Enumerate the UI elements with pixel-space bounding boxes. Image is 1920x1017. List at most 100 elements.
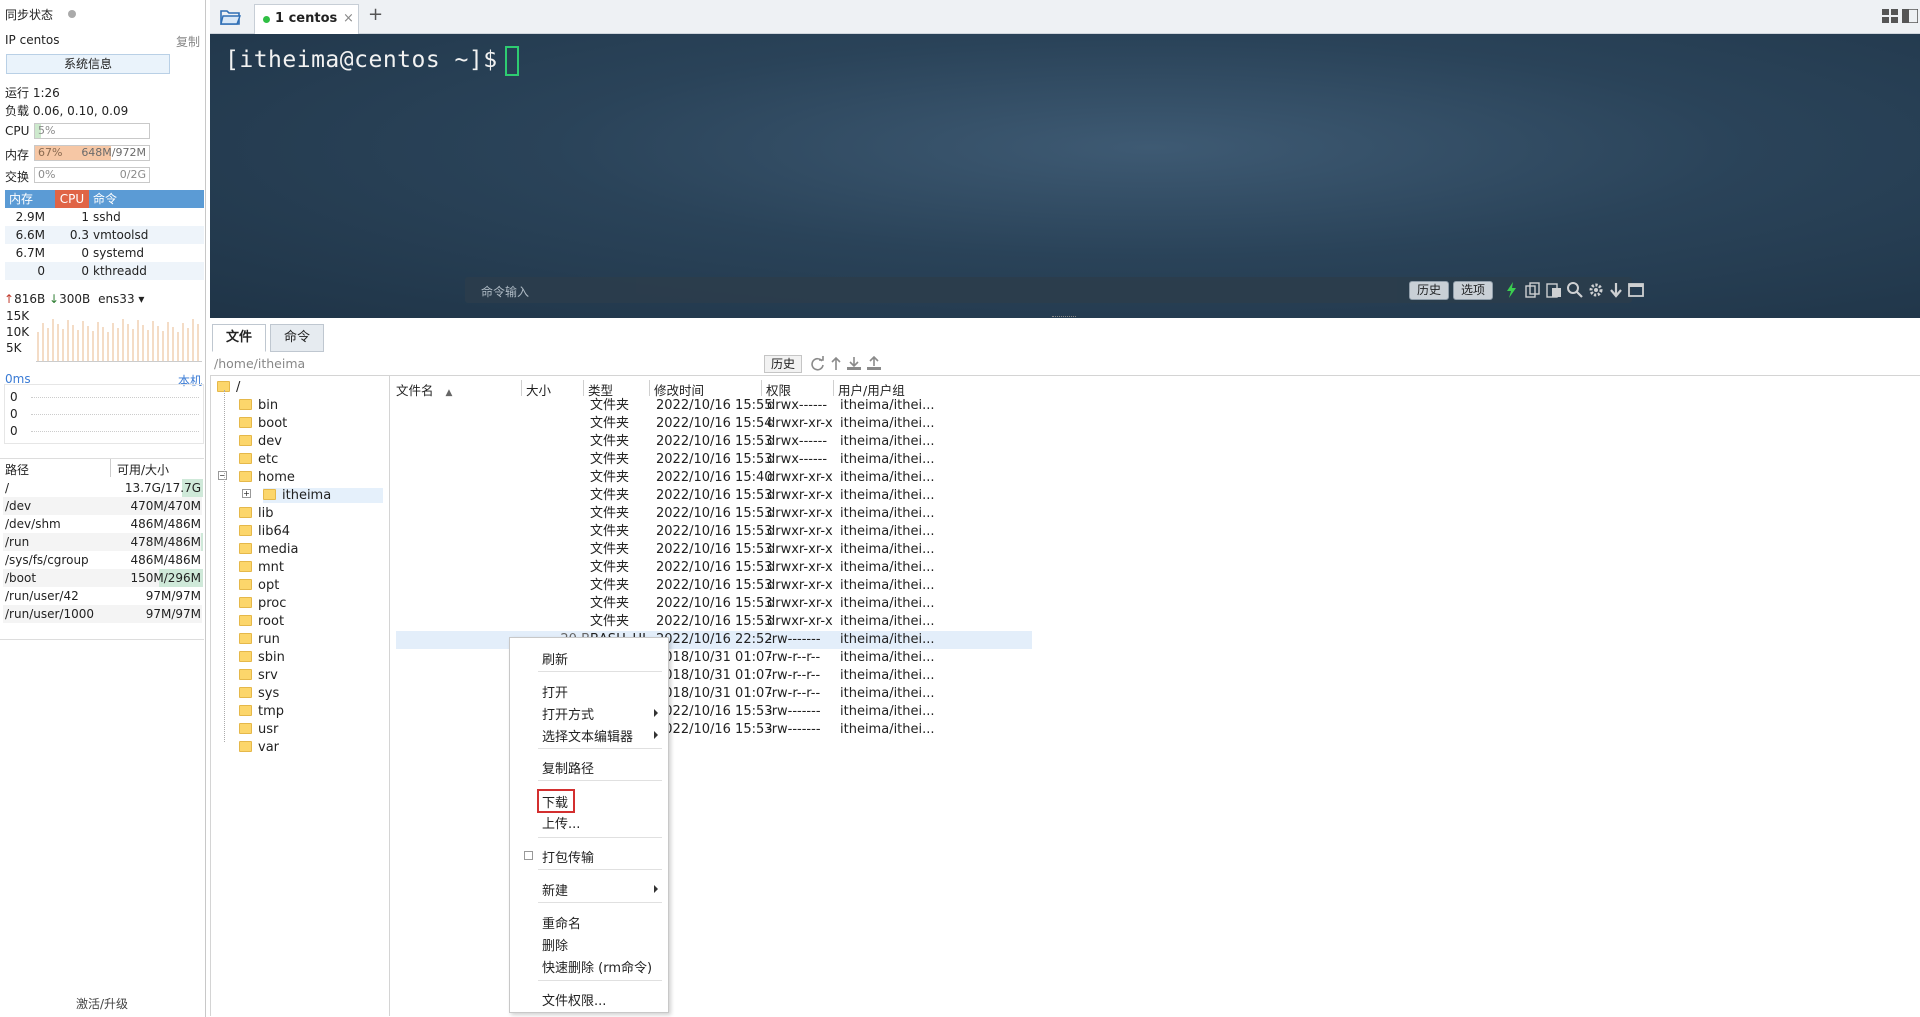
refresh-icon[interactable]	[810, 356, 825, 371]
menu-delete[interactable]: 删除	[542, 935, 568, 954]
col-owner[interactable]: 用户/用户组	[834, 380, 934, 398]
folder-icon	[239, 561, 252, 572]
col-size[interactable]: 大小	[522, 380, 584, 398]
disk-row: /run 478M/486M	[3, 533, 203, 551]
tree-node-tmp[interactable]: tmp	[239, 704, 284, 719]
file-row[interactable]: .esd_authAUT...2022/10/16 15:53-rw------…	[396, 703, 1032, 721]
paste-icon[interactable]	[1546, 282, 1562, 298]
tab-centos[interactable]: 1 centos ×	[254, 4, 359, 34]
menu-open-with[interactable]: 打开方式	[542, 704, 594, 723]
process-row: 6.6M 0.3 vmtoolsd	[5, 226, 204, 244]
tree-node-etc[interactable]: etc	[239, 452, 278, 467]
col-mtime[interactable]: 修改时间	[650, 380, 762, 398]
tree-node-proc[interactable]: proc	[239, 596, 286, 611]
up-dir-icon[interactable]	[830, 356, 842, 371]
menu-new[interactable]: 新建	[542, 880, 568, 899]
path-bar: /home/itheima 历史	[210, 352, 1920, 376]
tree-node-media[interactable]: media	[239, 542, 299, 557]
file-row[interactable]: .config文件夹2022/10/16 15:54drwxr-xr-xithe…	[396, 415, 1032, 433]
tab-label: 1 centos	[275, 11, 338, 26]
file-row[interactable]: Documents文件夹2022/10/16 15:53drwxr-xr-xit…	[396, 505, 1032, 523]
menu-refresh[interactable]: 刷新	[542, 649, 568, 668]
file-row[interactable]: Videos文件夹2022/10/16 15:53drwxr-xr-xithei…	[396, 613, 1032, 631]
command-input-bar[interactable]: 命令输入 历史 选项	[465, 277, 1644, 303]
upload-icon[interactable]	[866, 356, 882, 371]
file-row[interactable]: .ICEauthorityUTH...2022/10/16 15:53-rw--…	[396, 721, 1032, 739]
tree-node-root[interactable]: root	[239, 614, 284, 629]
add-tab-button[interactable]: +	[368, 4, 383, 25]
terminal-area[interactable]: [itheima@centos ~]$	[210, 34, 1920, 318]
file-row[interactable]: .cache文件夹2022/10/16 15:55drwx------ithei…	[396, 397, 1032, 415]
file-row[interactable]: .bash_profileProf...2018/10/31 01:07-rw-…	[396, 667, 1032, 685]
menu-permissions[interactable]: 文件权限...	[542, 990, 606, 1009]
copy-icon[interactable]	[1525, 282, 1541, 298]
download-arrow-icon[interactable]	[1609, 282, 1623, 298]
path-input[interactable]: /home/itheima	[214, 355, 764, 373]
proc-col-cpu[interactable]: CPU	[55, 190, 89, 208]
menu-upload[interactable]: 上传...	[542, 813, 580, 832]
tree-node-dev[interactable]: dev	[239, 434, 282, 449]
tree-node-srv[interactable]: srv	[239, 668, 278, 683]
file-row[interactable]: .local文件夹2022/10/16 15:53drwx------ithei…	[396, 451, 1032, 469]
tree-node-usr[interactable]: usr	[239, 722, 278, 737]
tree-node-bin[interactable]: bin	[239, 398, 278, 413]
folder-open-icon[interactable]	[220, 8, 242, 26]
copy-ip-link[interactable]: 复制	[176, 33, 200, 50]
file-row[interactable]: .dbus文件夹2022/10/16 15:53drwx------itheim…	[396, 433, 1032, 451]
menu-download[interactable]: 下载	[542, 792, 568, 811]
folder-icon	[239, 435, 252, 446]
file-row[interactable]: .bashrcRC ...2018/10/31 01:07-rw-r--r--i…	[396, 685, 1032, 703]
cpu-label: CPU	[5, 124, 30, 138]
col-filename[interactable]: 文件名 ▲	[392, 380, 522, 398]
file-row[interactable]: Public文件夹2022/10/16 15:53drwxr-xr-xithei…	[396, 577, 1032, 595]
tab-commands[interactable]: 命令	[270, 324, 324, 352]
tree-node-sbin[interactable]: sbin	[239, 650, 285, 665]
file-row[interactable]: Templates文件夹2022/10/16 15:53drwxr-xr-xit…	[396, 595, 1032, 613]
tree-node-lib64[interactable]: lib64	[239, 524, 290, 539]
pack-transfer-checkbox[interactable]	[524, 851, 533, 860]
lightning-icon[interactable]	[1506, 282, 1518, 298]
file-row[interactable]: .bash_history20 BBASH_HI...2022/10/16 22…	[396, 631, 1032, 649]
search-icon[interactable]	[1567, 282, 1583, 298]
menu-quick-delete[interactable]: 快速删除 (rm命令)	[542, 957, 652, 976]
file-row[interactable]: Music文件夹2022/10/16 15:53drwxr-xr-xitheim…	[396, 541, 1032, 559]
path-history-button[interactable]: 历史	[764, 355, 802, 373]
menu-copy-path[interactable]: 复制路径	[542, 758, 594, 777]
col-perm[interactable]: 权限	[762, 380, 834, 398]
col-type[interactable]: 类型	[584, 380, 650, 398]
file-row[interactable]: .bash_logoutLog...2018/10/31 01:07-rw-r-…	[396, 649, 1032, 667]
menu-choose-editor[interactable]: 选择文本编辑器	[542, 726, 633, 745]
close-tab-icon[interactable]: ×	[343, 5, 354, 33]
file-row[interactable]: Desktop文件夹2022/10/16 15:53drwxr-xr-xithe…	[396, 487, 1032, 505]
tree-node-var[interactable]: var	[239, 740, 279, 755]
tree-node-opt[interactable]: opt	[239, 578, 279, 593]
sysinfo-button[interactable]: 系统信息	[6, 54, 170, 74]
menu-rename[interactable]: 重命名	[542, 913, 581, 932]
history-button[interactable]: 历史	[1409, 281, 1449, 300]
menu-open[interactable]: 打开	[542, 682, 568, 701]
file-row[interactable]: Pictures文件夹2022/10/16 15:53drwxr-xr-xith…	[396, 559, 1032, 577]
tree-node-mnt[interactable]: mnt	[239, 560, 284, 575]
tree-node-boot[interactable]: boot	[239, 416, 287, 431]
tree-node-lib[interactable]: lib	[239, 506, 273, 521]
activate-upgrade-link[interactable]: 激活/升级	[76, 995, 128, 1012]
tree-node-sys[interactable]: sys	[239, 686, 279, 701]
gear-icon[interactable]	[1588, 282, 1604, 298]
tree-node-itheima[interactable]: + itheima	[242, 488, 383, 503]
tree-node-root-dir[interactable]: /	[217, 380, 240, 395]
folder-icon	[239, 669, 252, 680]
tab-files[interactable]: 文件	[212, 324, 266, 352]
options-button[interactable]: 选项	[1453, 281, 1493, 300]
file-row[interactable]: .mozilla文件夹2022/10/16 15:40drwxr-xr-xith…	[396, 469, 1032, 487]
window-icon[interactable]	[1628, 282, 1644, 298]
command-input[interactable]: 命令输入	[481, 283, 529, 300]
tree-node-run[interactable]: run	[239, 632, 280, 647]
layout-grid-icon[interactable]	[1882, 9, 1898, 23]
download-icon[interactable]	[846, 356, 862, 371]
net-interface-select[interactable]: ens33	[98, 292, 135, 306]
menu-pack-transfer[interactable]: 打包传输	[542, 847, 594, 866]
file-row[interactable]: Downloads文件夹2022/10/16 15:53drwxr-xr-xit…	[396, 523, 1032, 541]
tree-node-home[interactable]: − home	[218, 470, 295, 485]
disk-col-size: 可用/大小	[117, 463, 170, 477]
panel-layout-icon[interactable]	[1902, 9, 1918, 23]
